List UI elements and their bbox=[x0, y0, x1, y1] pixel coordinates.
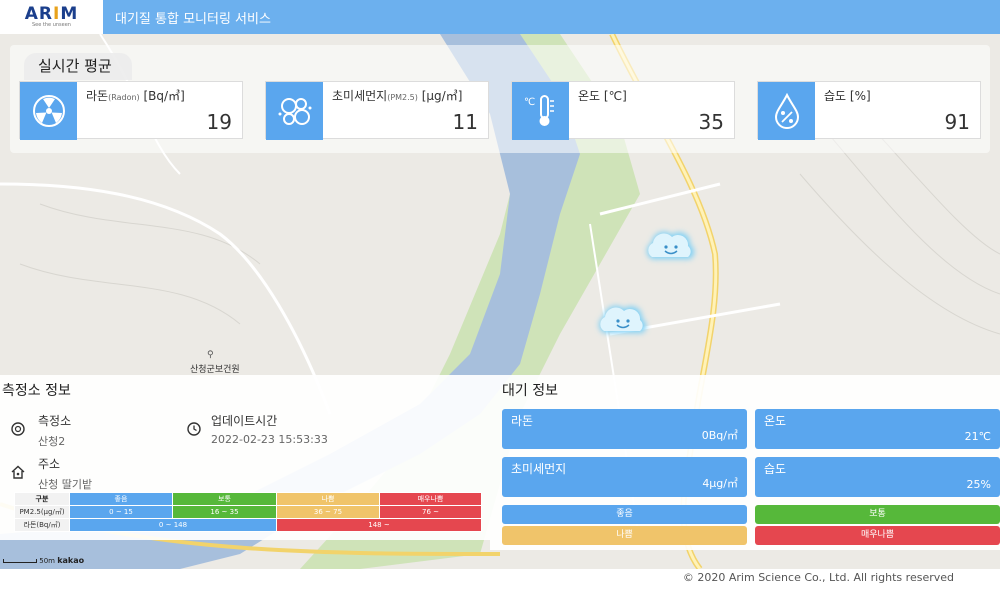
air-temperature-value: 21℃ bbox=[964, 430, 991, 443]
temperature-label: 온도 [℃] bbox=[578, 89, 627, 103]
legend-pm-label: PM2.5(μg/㎥) bbox=[14, 505, 70, 519]
legend-radon-good: 0 ~ 148 bbox=[69, 518, 277, 532]
brand-logo[interactable]: ARIM See the unseen bbox=[0, 0, 103, 34]
legend-header-very-bad: 매우나쁨 bbox=[379, 492, 482, 506]
clock-icon bbox=[187, 422, 201, 436]
radon-value: 19 bbox=[206, 110, 232, 134]
scale-text: 50m bbox=[39, 557, 55, 565]
logo-tagline: See the unseen bbox=[32, 22, 71, 28]
air-pm25-value: 4μg/㎥ bbox=[702, 477, 738, 490]
scale-bar bbox=[3, 559, 37, 563]
station-marker-cloud-2[interactable] bbox=[592, 297, 652, 347]
legend-pm-row: PM2.5(μg/㎥) 0 ~ 15 16 ~ 35 36 ~ 75 76 ~ bbox=[14, 505, 482, 519]
station-marker-cloud-1[interactable] bbox=[640, 223, 700, 273]
air-pm25-label: 초미세먼지 bbox=[511, 462, 567, 476]
station-value: 산청2 bbox=[38, 435, 66, 448]
logo-text: ARIM bbox=[24, 4, 79, 24]
humidity-value: 91 bbox=[944, 110, 970, 134]
legend-pm-very-bad: 76 ~ bbox=[379, 505, 482, 519]
air-humidity-value: 25% bbox=[966, 478, 991, 491]
humidity-card: 습도 [%] 91 bbox=[757, 81, 981, 140]
radon-label: 라돈(Radon) [Bq/㎥] bbox=[86, 89, 185, 103]
air-quality-legend-table: 구분 좋음 보통 나쁨 매우나쁨 PM2.5(μg/㎥) 0 ~ 15 16 ~… bbox=[14, 492, 482, 532]
air-radon-card: 라돈 0Bq/㎥ bbox=[502, 409, 747, 449]
legend-header-normal: 보통 bbox=[172, 492, 277, 506]
humidity-icon bbox=[758, 82, 815, 140]
station-name: 측정소 산청2 bbox=[38, 412, 71, 449]
radon-card: 라돈(Radon) [Bq/㎥] 19 bbox=[19, 81, 243, 140]
update-label: 업데이트시간 bbox=[211, 414, 278, 428]
level-very-bad-button[interactable]: 매우나쁨 bbox=[755, 526, 1000, 545]
air-info-title: 대기 정보 bbox=[502, 383, 558, 399]
station-label: 측정소 bbox=[38, 414, 72, 428]
level-good-button[interactable]: 좋음 bbox=[502, 505, 747, 524]
air-humidity-card: 습도 25% bbox=[755, 457, 1000, 497]
air-radon-label: 라돈 bbox=[511, 414, 534, 428]
air-humidity-label: 습도 bbox=[764, 462, 787, 476]
legend-header-category: 구분 bbox=[14, 492, 70, 506]
legend-header-bad: 나쁨 bbox=[276, 492, 380, 506]
update-time: 업데이트시간 2022-02-23 15:53:33 bbox=[211, 412, 328, 446]
realtime-average-title: 실시간 평균 bbox=[24, 53, 132, 80]
app-header: ARIM See the unseen 대기질 통합 모니터링 서비스 bbox=[0, 0, 1000, 34]
pm25-card: 초미세먼지(PM2.5) [μg/㎥] 11 bbox=[265, 81, 489, 140]
radon-icon bbox=[20, 82, 77, 140]
svg-text:℃: ℃ bbox=[524, 97, 535, 108]
pm25-label: 초미세먼지(PM2.5) [μg/㎥] bbox=[332, 89, 463, 103]
legend-header-good: 좋음 bbox=[69, 492, 173, 506]
address: 주소 산청 딸기밭 bbox=[38, 455, 92, 492]
realtime-average-panel: 실시간 평균 라돈(Radon) [Bq/㎥] 19 초미세먼지(PM2.5) … bbox=[10, 45, 990, 153]
air-radon-value: 0Bq/㎥ bbox=[701, 429, 738, 442]
air-temperature-card: 온도 21℃ bbox=[755, 409, 1000, 449]
legend-pm-bad: 36 ~ 75 bbox=[276, 505, 380, 519]
humidity-label: 습도 [%] bbox=[824, 89, 871, 103]
map-provider-logo: kakao bbox=[57, 556, 85, 565]
map-place-label: 산청군보건원 bbox=[190, 365, 240, 375]
map-scale: 50m kakao bbox=[3, 556, 84, 565]
temperature-value: 35 bbox=[698, 110, 724, 134]
address-value: 산청 딸기밭 bbox=[38, 478, 93, 491]
legend-pm-normal: 16 ~ 35 bbox=[172, 505, 277, 519]
legend-radon-label: 라돈(Bq/㎥) bbox=[14, 518, 70, 532]
level-bad-button[interactable]: 나쁨 bbox=[502, 526, 747, 545]
fine-dust-icon bbox=[266, 82, 323, 140]
footer-copyright: © 2020 Arim Science Co., Ltd. All rights… bbox=[682, 571, 954, 584]
level-normal-button[interactable]: 보통 bbox=[755, 505, 1000, 524]
legend-header-row: 구분 좋음 보통 나쁨 매우나쁨 bbox=[14, 492, 482, 506]
pm25-value: 11 bbox=[452, 110, 478, 134]
air-pm25-card: 초미세먼지 4μg/㎥ bbox=[502, 457, 747, 497]
legend-radon-row: 라돈(Bq/㎥) 0 ~ 148 148 ~ bbox=[14, 518, 482, 532]
home-icon bbox=[11, 465, 25, 479]
thermometer-icon: ℃ bbox=[512, 82, 569, 140]
air-temperature-label: 온도 bbox=[764, 414, 787, 428]
temperature-card: ℃ 온도 [℃] 35 bbox=[511, 81, 735, 140]
legend-pm-good: 0 ~ 15 bbox=[69, 505, 173, 519]
location-pin-icon: ⚲ bbox=[207, 350, 214, 360]
air-info-panel: 대기 정보 라돈 0Bq/㎥ 온도 21℃ 초미세먼지 4μg/㎥ 습도 25%… bbox=[490, 375, 1000, 550]
update-value: 2022-02-23 15:53:33 bbox=[211, 433, 328, 446]
smiley-cloud-icon bbox=[599, 305, 647, 333]
smiley-cloud-icon bbox=[647, 231, 695, 259]
app-title: 대기질 통합 모니터링 서비스 bbox=[115, 12, 271, 27]
station-info-title: 측정소 정보 bbox=[2, 383, 71, 399]
station-icon bbox=[11, 422, 25, 436]
address-label: 주소 bbox=[38, 457, 61, 471]
station-info-panel: 측정소 정보 측정소 산청2 업데이트시간 2022-02-23 15:53:3… bbox=[0, 375, 490, 540]
legend-radon-bad: 148 ~ bbox=[276, 518, 482, 532]
